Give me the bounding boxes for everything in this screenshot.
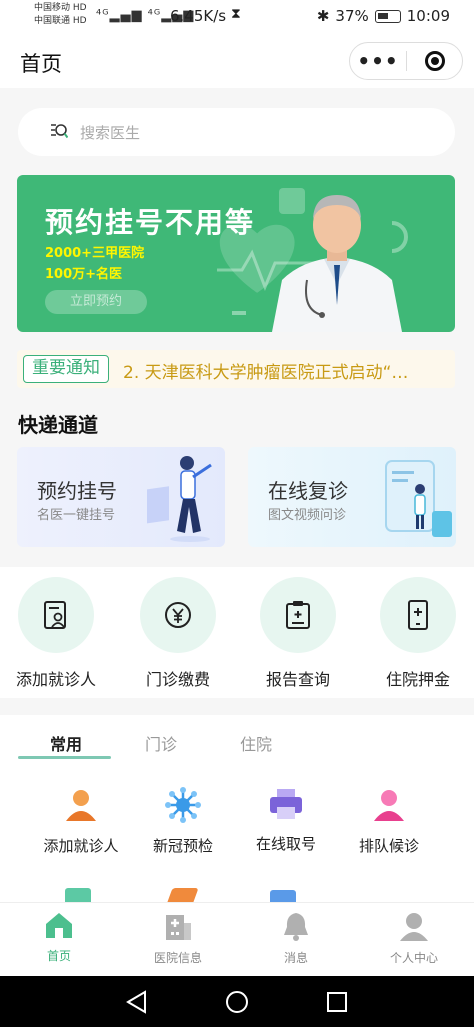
- bottom-tab-bar: 首页 医院信息 消息 个人中心: [0, 902, 474, 976]
- system-nav-bar: [0, 976, 474, 1027]
- service-queue[interactable]: 排队候诊: [334, 787, 444, 856]
- doctor-illustration: [272, 195, 402, 332]
- status-right: ✱ 37% 10:09: [317, 7, 450, 25]
- virus-icon: [165, 787, 201, 823]
- shortcut-icon-bg: [140, 577, 216, 653]
- tabbar-label: 消息: [283, 951, 308, 965]
- tabbar-label: 医院信息: [153, 951, 202, 965]
- tabbar-label: 首页: [46, 949, 71, 963]
- section-title: 快递通道: [18, 413, 98, 437]
- battery-icon: [374, 9, 401, 23]
- notice-bar[interactable]: 重要通知 2. 天津医科大学肿瘤医院正式启动“…: [17, 350, 455, 388]
- service-label: 在线取号: [255, 835, 316, 853]
- nav-bar: 首页 •••: [0, 34, 474, 88]
- tabbar-home[interactable]: 首页: [14, 911, 104, 964]
- hospital-icon: [166, 915, 191, 940]
- hd-badge-1: HD: [72, 3, 87, 13]
- person-add-icon: [66, 790, 96, 821]
- partial-service-icon: [167, 888, 199, 902]
- search-icon: [51, 124, 68, 139]
- promo-banner[interactable]: 预约挂号不用等 2000+三甲医院 100万+名医 立即预约: [17, 175, 455, 332]
- tabbar-label: 个人中心: [389, 951, 438, 965]
- shortcut-label: 门诊缴费: [145, 670, 210, 689]
- recents-icon: [327, 992, 347, 1012]
- page-title: 首页: [20, 52, 62, 76]
- shortcut-label: 住院押金: [385, 670, 450, 689]
- search-placeholder: 搜索医生: [80, 124, 141, 142]
- partial-service-icon: [65, 888, 91, 902]
- user-icon: [400, 913, 428, 941]
- printer-icon: [270, 789, 302, 819]
- tabbar-hospital-info[interactable]: 医院信息: [133, 911, 223, 966]
- network-speed: 6.45K/s: [170, 7, 227, 25]
- service-covid-precheck[interactable]: 新冠预检: [128, 787, 238, 856]
- home-circle-icon: [226, 991, 248, 1013]
- shortcut-row: 添加就诊人 门诊缴费 报告查询 住院押金: [0, 567, 474, 698]
- service-label: 添加就诊人: [43, 837, 119, 855]
- shortcut-outpatient-payment[interactable]: 门诊缴费: [123, 577, 233, 690]
- service-label: 排队候诊: [358, 837, 419, 855]
- report-clipboard-icon: [286, 601, 310, 629]
- carrier-info: 中国移动 HD 中国联通 HD: [34, 2, 87, 28]
- doctor-pointing-icon: [147, 456, 212, 542]
- service-online-ticket[interactable]: 在线取号: [231, 787, 341, 854]
- quick-card-title: 预约挂号: [37, 479, 117, 503]
- tabbar-profile[interactable]: 个人中心: [369, 911, 459, 966]
- banner-title: 预约挂号不用等: [45, 206, 256, 239]
- banner-button[interactable]: 立即预约: [45, 290, 147, 314]
- banner-line-2: 100万+名医: [45, 267, 123, 282]
- shortcut-add-patient[interactable]: 添加就诊人: [1, 577, 111, 690]
- service-label: 新冠预检: [152, 837, 213, 855]
- tabbar-messages[interactable]: 消息: [251, 911, 341, 966]
- status-bar: 中国移动 HD 中国联通 HD ⁴ᴳ▂▄▆ ⁴ᴳ▂▄▆ 6.45K/s ⧗ ✱ …: [0, 0, 474, 34]
- quick-card-appointment[interactable]: 预约挂号 名医一键挂号: [17, 447, 225, 547]
- quick-card-revisit[interactable]: 在线复诊 图文视频问诊: [248, 447, 456, 547]
- more-button[interactable]: •••: [350, 49, 406, 73]
- quick-card-title: 在线复诊: [268, 479, 348, 503]
- back-icon: [126, 990, 146, 1014]
- clock: 10:09: [406, 7, 450, 25]
- bell-icon: [284, 913, 308, 941]
- notice-tag: 重要通知: [23, 355, 109, 383]
- shortcut-inpatient-deposit[interactable]: 住院押金: [363, 577, 473, 690]
- tab-outpatient[interactable]: 门诊: [145, 731, 177, 755]
- tab-inpatient[interactable]: 住院: [240, 731, 272, 755]
- shortcut-report-query[interactable]: 报告查询: [243, 577, 353, 690]
- search-bar[interactable]: 搜索医生: [18, 108, 455, 156]
- notice-text: 2. 天津医科大学肿瘤医院正式启动“…: [123, 363, 409, 383]
- shortcut-label: 添加就诊人: [15, 670, 96, 689]
- service-add-patient[interactable]: 添加就诊人: [26, 787, 136, 856]
- hd-badge-2: HD: [72, 16, 87, 26]
- bluetooth-icon: ✱: [316, 7, 330, 25]
- services-panel: 常用 门诊 住院 添加就诊人 新冠预检 在线取号 排队候诊: [0, 715, 474, 904]
- deposit-phone-icon: [408, 600, 428, 630]
- system-nav-buttons: [126, 990, 347, 1014]
- active-tab-indicator: [18, 756, 111, 759]
- shortcut-label: 报告查询: [265, 670, 330, 689]
- battery-percent: 37%: [335, 7, 369, 25]
- person-queue-icon: [374, 790, 404, 821]
- carrier-2: 中国联通: [34, 16, 71, 26]
- quick-card-subtitle: 图文视频问诊: [268, 508, 347, 523]
- yuan-coin-icon: [165, 602, 191, 628]
- close-miniapp-button[interactable]: [407, 51, 462, 71]
- shortcut-icon-bg: [380, 577, 456, 653]
- target-icon: [424, 51, 445, 71]
- phone-doctor-icon: [385, 460, 452, 537]
- home-icon: [46, 913, 72, 938]
- banner-line-1: 2000+三甲医院: [45, 246, 145, 261]
- patient-card-icon: [44, 601, 66, 629]
- shortcut-icon-bg: [260, 577, 336, 653]
- hourglass-icon: ⧗: [231, 6, 241, 22]
- carrier-1: 中国移动: [34, 3, 71, 13]
- miniapp-capsule: •••: [349, 42, 463, 80]
- quick-card-subtitle: 名医一键挂号: [37, 508, 116, 523]
- tab-common[interactable]: 常用: [50, 731, 82, 755]
- shortcut-icon-bg: [18, 577, 94, 653]
